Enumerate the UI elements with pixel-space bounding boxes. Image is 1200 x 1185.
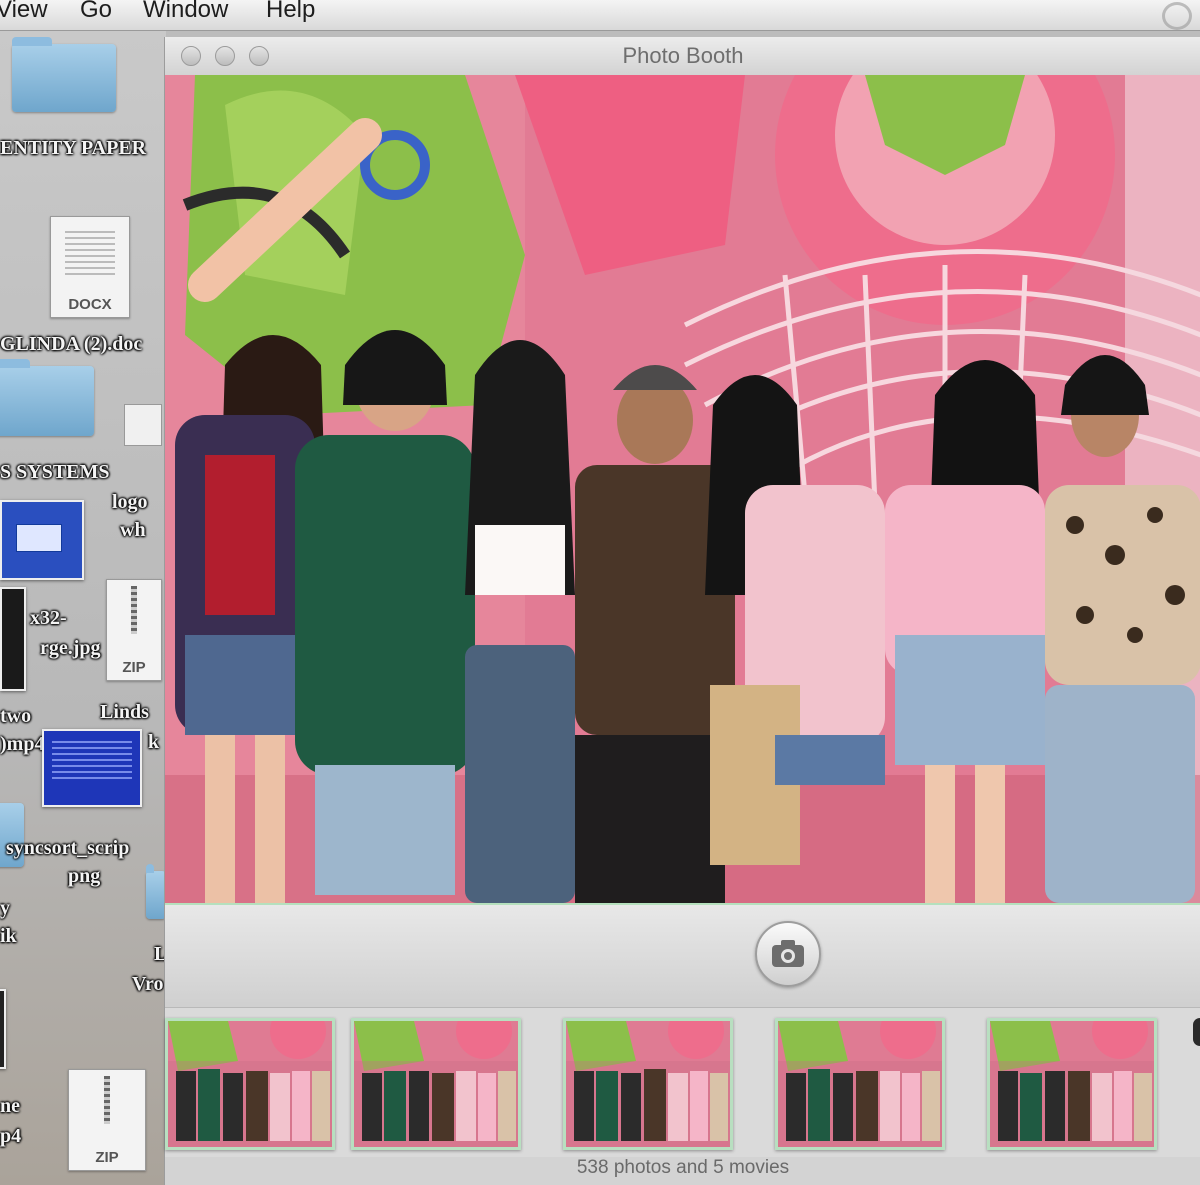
library-status: 538 photos and 5 movies: [165, 1157, 1200, 1185]
photo-strip: [165, 1007, 1200, 1158]
desktop-label-mp4[interactable]: )mp4: [0, 733, 44, 756]
desktop-label-png[interactable]: png: [68, 865, 100, 888]
desktop-label-syncsort[interactable]: syncsort_scrip: [6, 837, 129, 860]
screenshot-thumbnail[interactable]: [42, 729, 142, 807]
photo-booth-window: Photo Booth 538 photos and 5 movies: [164, 37, 1200, 1185]
camera-preview: [165, 75, 1200, 903]
folder-icon[interactable]: [12, 37, 116, 112]
image-thumbnail[interactable]: [0, 587, 26, 691]
folder-icon[interactable]: [0, 359, 94, 436]
desktop-label-x32[interactable]: x32-: [30, 607, 67, 630]
desktop-label-glinda-doc[interactable]: GLINDA (2).doc: [0, 333, 142, 356]
zip-tag: ZIP: [122, 659, 146, 676]
desktop-label-two[interactable]: two: [0, 705, 31, 728]
filmstrip-scroll-handle[interactable]: [1193, 1018, 1200, 1046]
window-title: Photo Booth: [622, 43, 744, 68]
preview-scene: [165, 75, 1200, 903]
menu-window[interactable]: Window: [143, 0, 228, 24]
desktop-label-ne[interactable]: ne: [0, 1095, 20, 1118]
control-bar: [165, 903, 1200, 1009]
desktop-label-linds[interactable]: Linds: [100, 701, 149, 724]
camera-icon: [772, 940, 804, 967]
desktop-label-identity-paper[interactable]: ENTITY PAPER: [0, 137, 146, 160]
desktop-label-logo-wh[interactable]: wh: [120, 519, 146, 542]
desktop-label-ik[interactable]: ik: [0, 925, 17, 948]
desktop-label-vro[interactable]: Vro: [132, 973, 163, 996]
desktop: ENTITY PAPER DOCX GLINDA (2).doc S SYSTE…: [0, 31, 167, 1185]
desktop-label-logo[interactable]: logo: [112, 491, 148, 514]
photo-thumbnail[interactable]: [351, 1018, 521, 1150]
take-photo-button[interactable]: [755, 921, 821, 987]
desktop-label-p4[interactable]: p4: [0, 1125, 21, 1148]
image-thumbnail[interactable]: [0, 989, 6, 1069]
zip-tag: ZIP: [95, 1149, 119, 1166]
menu-help[interactable]: Help: [266, 0, 315, 24]
screenshot-thumbnail[interactable]: [0, 500, 84, 580]
menu-go[interactable]: Go: [80, 0, 112, 24]
photo-thumbnail[interactable]: [775, 1018, 945, 1150]
docx-file-icon[interactable]: DOCX: [50, 216, 130, 318]
file-icon[interactable]: [124, 404, 162, 446]
photo-thumbnail[interactable]: [165, 1018, 335, 1150]
folder-icon[interactable]: [146, 864, 166, 919]
menu-extra-icon[interactable]: [1162, 2, 1192, 30]
photo-thumbnail[interactable]: [563, 1018, 733, 1150]
menu-bar: View Go Window Help: [0, 0, 1200, 31]
desktop-label-systems[interactable]: S SYSTEMS: [0, 461, 110, 484]
zip-file-icon[interactable]: ZIP: [68, 1069, 146, 1171]
docx-tag: DOCX: [68, 296, 112, 313]
zip-file-icon[interactable]: ZIP: [106, 579, 162, 681]
photo-thumbnail[interactable]: [987, 1018, 1157, 1150]
desktop-label-linds-2[interactable]: k: [148, 731, 159, 754]
desktop-label-y[interactable]: y: [0, 897, 10, 920]
desktop-label-rge[interactable]: rge.jpg: [40, 637, 101, 660]
menu-view[interactable]: View: [0, 0, 48, 24]
title-bar[interactable]: Photo Booth: [165, 37, 1200, 76]
